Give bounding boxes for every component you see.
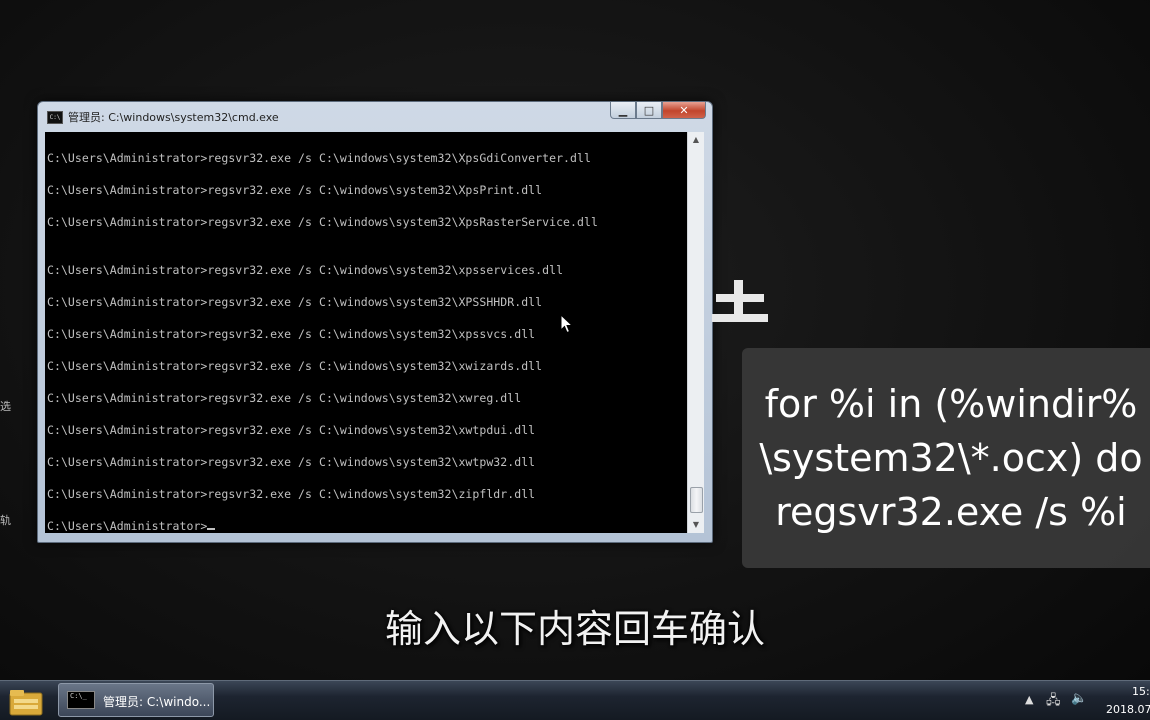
console-line: C:\Users\Administrator>regsvr32.exe /s C… [47, 327, 536, 341]
partial-glyph-decoration [712, 280, 768, 322]
background-edge-char: 轨 [0, 514, 11, 527]
prompt-line[interactable]: C:\Users\Administrator> [47, 519, 216, 533]
cmd-titlebar[interactable]: C:\ 管理员: C:\windows\system32\cmd.exe ▁ □… [38, 102, 712, 130]
console-line: C:\Users\Administrator>regsvr32.exe /s C… [47, 455, 536, 469]
info-line: \system32\*.ocx) do [759, 436, 1143, 480]
console-line: C:\Users\Administrator>regsvr32.exe /s C… [47, 359, 543, 373]
mouse-pointer-icon [560, 314, 574, 334]
cmd-window[interactable]: C:\ 管理员: C:\windows\system32\cmd.exe ▁ □… [37, 101, 713, 543]
minimize-button[interactable]: ▁ [610, 102, 636, 119]
console-line: C:\Users\Administrator>regsvr32.exe /s C… [47, 295, 543, 309]
background-edge-char: 选 [0, 400, 11, 413]
console-line: C:\Users\Administrator>regsvr32.exe /s C… [47, 487, 536, 501]
console-line: C:\Users\Administrator>regsvr32.exe /s C… [47, 423, 536, 437]
clock-time[interactable]: 15: [1132, 685, 1150, 698]
console-line: C:\Users\Administrator>regsvr32.exe /s C… [47, 215, 598, 229]
maximize-button[interactable]: □ [636, 102, 662, 119]
cmd-icon: C:\ [47, 111, 63, 124]
close-button[interactable]: ✕ [662, 102, 706, 119]
clock-date[interactable]: 2018.07 [1106, 703, 1150, 716]
scroll-up-arrow-icon[interactable]: ▲ [688, 132, 704, 148]
scrollbar-thumb[interactable] [690, 487, 703, 513]
command-info-panel: for %i in (%windir% \system32\*.ocx) do … [742, 348, 1150, 568]
video-subtitle: 输入以下内容回车确认 [384, 607, 765, 651]
show-hidden-icons-icon[interactable]: ▲ [1025, 693, 1033, 706]
taskbar-cmd-task[interactable]: C:\_ 管理员: C:\windo... [58, 683, 214, 717]
network-icon[interactable]: 🖧 [1046, 691, 1061, 713]
console-output[interactable]: C:\Users\Administrator>regsvr32.exe /s C… [45, 132, 687, 533]
scroll-down-arrow-icon[interactable]: ▼ [688, 517, 704, 533]
console-line: C:\Users\Administrator>regsvr32.exe /s C… [47, 263, 564, 277]
taskbar-task-label: 管理员: C:\windo... [103, 695, 211, 709]
info-line: for %i in (%windir% [764, 382, 1138, 426]
console-line: C:\Users\Administrator>regsvr32.exe /s C… [47, 183, 543, 197]
text-cursor [207, 528, 216, 530]
info-line: regsvr32.exe /s %i [775, 490, 1127, 534]
vertical-scrollbar[interactable]: ▲ ▼ [687, 132, 704, 533]
console-line: C:\Users\Administrator>regsvr32.exe /s C… [47, 151, 591, 165]
command-prompt: C:\Users\Administrator> [47, 519, 208, 533]
window-title: 管理员: C:\windows\system32\cmd.exe [68, 111, 279, 124]
volume-muted-icon[interactable]: 🔈 [1071, 691, 1087, 706]
cmd-icon: C:\_ [67, 691, 95, 709]
file-explorer-icon[interactable] [6, 685, 46, 718]
console-line: C:\Users\Administrator>regsvr32.exe /s C… [47, 391, 522, 405]
taskbar: C:\_ 管理员: C:\windo... ▲ 🖧 🔈 15: 2018.07 [0, 680, 1150, 720]
